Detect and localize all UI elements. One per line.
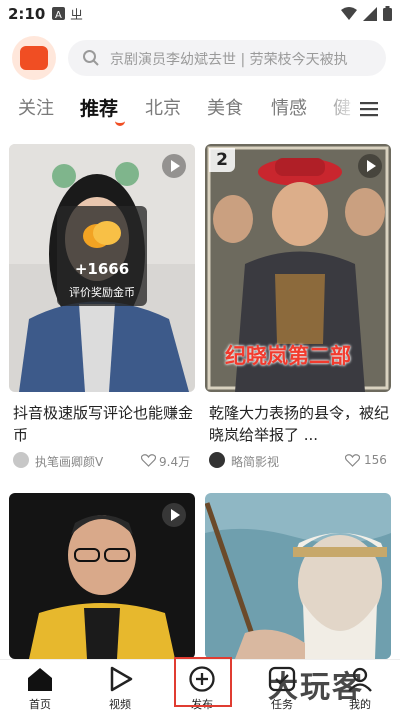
author-name[interactable]: 执笔画卿颜V — [35, 453, 103, 470]
nav-home[interactable]: 首页 — [10, 660, 70, 712]
reward-overlay: +1666 评价奖励金币 — [57, 206, 147, 306]
tab-beijing[interactable]: 北京 — [145, 94, 181, 120]
svg-text:ㄓ: ㄓ — [70, 8, 83, 22]
video-meta-2: 略简影视 156 — [209, 452, 391, 470]
nav-label-video: 视频 — [109, 698, 131, 711]
video-meta-1: 执笔画卿颜V 9.4万 — [13, 452, 195, 470]
video-title-1[interactable]: 抖音极速版写评论也能赚金币 — [13, 402, 195, 446]
video-title-2[interactable]: 乾隆大力表扬的县令，被纪晓岚给举报了 ... — [209, 402, 391, 446]
like-count: 9.4万 — [159, 455, 191, 469]
system-icons — [341, 6, 392, 21]
logo-mark — [20, 46, 48, 70]
author-name[interactable]: 略简影视 — [231, 453, 279, 470]
video-thumbnail-1[interactable]: +1666 评价奖励金币 — [9, 144, 195, 392]
play-icon — [162, 503, 186, 527]
thumbnail-image — [205, 493, 391, 659]
search-bar[interactable]: 京剧演员李幼斌去世 | 劳荣枝今天被执 — [68, 40, 386, 76]
publish-highlight — [174, 657, 232, 707]
reward-count: +1666 — [74, 260, 130, 278]
tab-food[interactable]: 美食 — [207, 94, 243, 120]
like-count: 156 — [364, 453, 387, 467]
status-bar: 2:10 A ㄓ — [0, 0, 400, 30]
battery-icon — [383, 6, 392, 21]
gold-coin-icon — [83, 221, 121, 248]
nav-video[interactable]: 视频 — [90, 660, 150, 712]
search-icon — [83, 50, 99, 66]
home-icon — [28, 668, 52, 691]
video-thumbnail-4[interactable] — [205, 493, 391, 659]
app-logo[interactable] — [12, 36, 56, 80]
notification-a-icon: A ㄓ — [52, 7, 83, 23]
watermark: 大玩客 — [268, 670, 364, 705]
rank-badge: 2 — [209, 148, 235, 172]
tab-emotion[interactable]: 情感 — [271, 94, 307, 120]
tab-follow[interactable]: 关注 — [18, 94, 54, 120]
play-icon — [110, 666, 133, 692]
play-icon — [358, 154, 382, 178]
status-time: 2:10 — [8, 5, 46, 23]
signal-icon — [363, 6, 377, 21]
reward-caption: 评价奖励金币 — [69, 286, 135, 299]
search-input[interactable]: 京剧演员李幼斌去世 | 劳荣枝今天被执 — [110, 49, 348, 69]
video-thumbnail-2[interactable]: 2 纪晓岚第二部 — [205, 144, 391, 392]
tab-recommend[interactable]: 推荐 — [80, 94, 118, 121]
menu-icon[interactable] — [360, 100, 378, 118]
heart-icon[interactable] — [345, 454, 360, 467]
nav-label-home: 首页 — [29, 698, 51, 711]
notification-icons: A ㄓ — [52, 6, 92, 26]
thumbnail-caption: 纪晓岚第二部 — [225, 344, 351, 368]
video-thumbnail-3[interactable] — [9, 493, 195, 659]
heart-icon[interactable] — [141, 454, 156, 467]
play-icon — [162, 154, 186, 178]
svg-text:A: A — [55, 10, 62, 21]
active-tab-indicator — [115, 117, 125, 126]
author-avatar[interactable] — [209, 452, 225, 468]
author-avatar[interactable] — [13, 452, 29, 468]
wifi-icon — [341, 6, 357, 20]
